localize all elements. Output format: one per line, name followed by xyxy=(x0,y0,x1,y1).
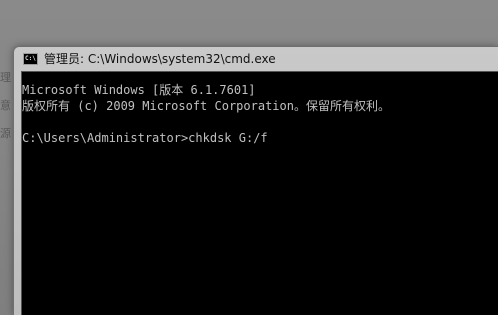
console-line: Microsoft Windows [版本 6.1.7601] xyxy=(22,83,256,97)
console-output[interactable]: Microsoft Windows [版本 6.1.7601] 版权所有 (c)… xyxy=(21,71,498,315)
console-line: 版权所有 (c) 2009 Microsoft Corporation。保留所有… xyxy=(22,99,390,113)
command-prompt-line[interactable]: C:\Users\Administrator>chkdsk G:/f xyxy=(22,130,268,146)
window-title: 管理员: C:\Windows\system32\cmd.exe xyxy=(44,52,276,66)
cmd-icon: C:\ xyxy=(23,53,38,65)
cmd-icon-label: C:\ xyxy=(25,55,36,62)
background-text-fragment: 意 xyxy=(0,99,11,112)
cmd-window[interactable]: C:\ 管理员: C:\Windows\system32\cmd.exe Mic… xyxy=(13,46,498,315)
background-text-fragment: 理 xyxy=(0,71,11,84)
background-text-fragment: 源 xyxy=(0,127,11,140)
window-titlebar[interactable]: C:\ 管理员: C:\Windows\system32\cmd.exe xyxy=(14,47,498,71)
